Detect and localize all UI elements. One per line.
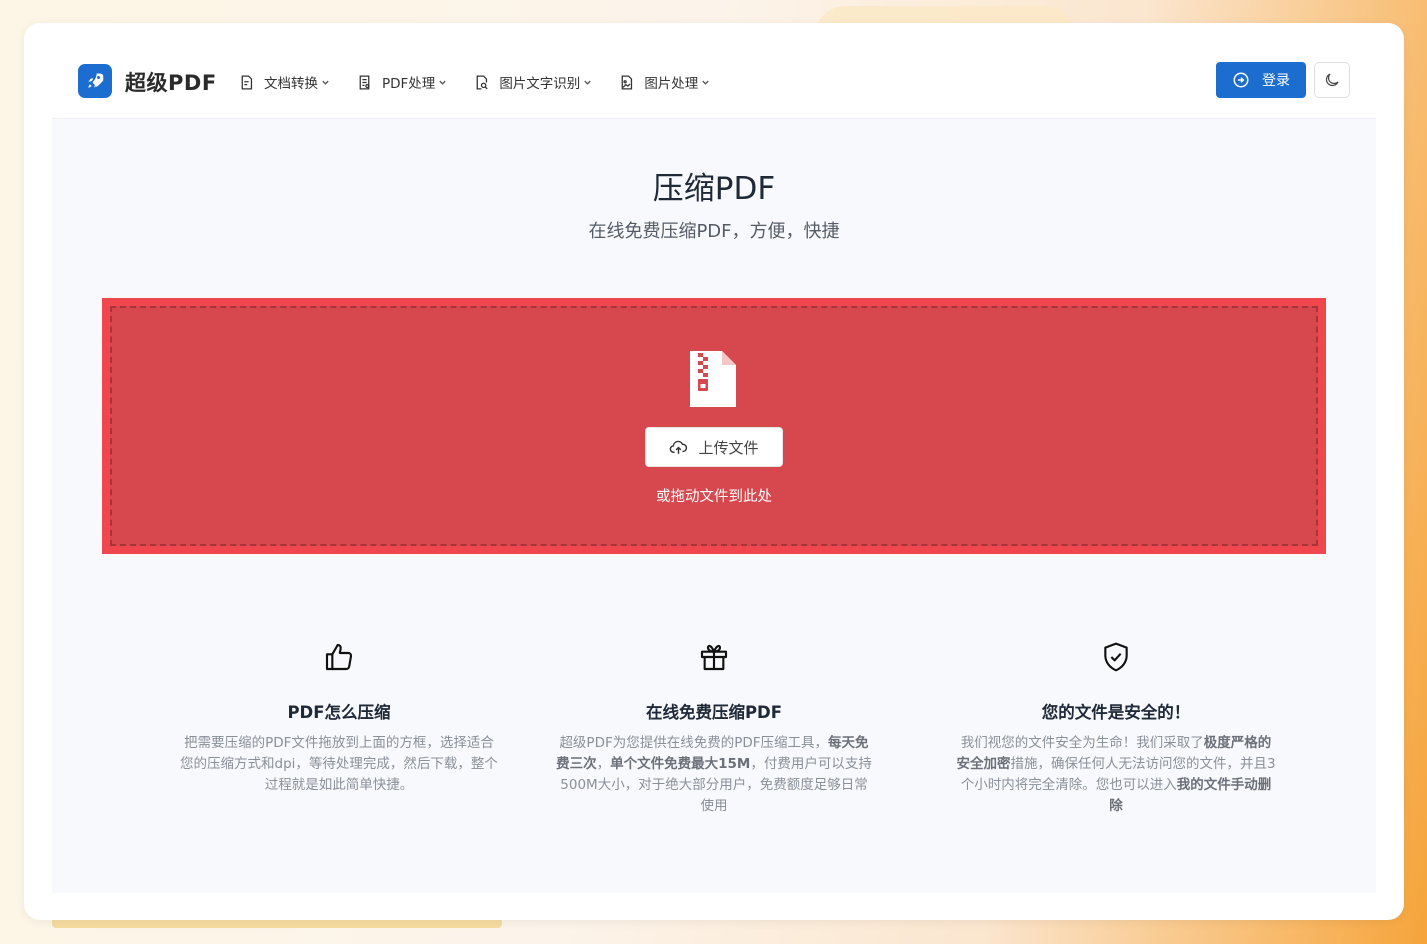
- chevron-down-icon: [321, 78, 330, 87]
- shield-check-icon: [1104, 642, 1128, 672]
- dropzone-area[interactable]: 上传文件 或拖动文件到此处: [110, 306, 1318, 546]
- feature-title: PDF怎么压缩: [287, 703, 391, 722]
- feature-file-security: 您的文件是安全的！ 我们视您的文件安全为生命！我们采取了极度严格的安全加密措施，…: [956, 641, 1276, 817]
- dark-mode-toggle[interactable]: [1314, 62, 1350, 98]
- main-nav: 文档转换 PDF处理 图片文字识别 图片处理: [238, 72, 736, 92]
- feature-title: 您的文件是安全的！: [1041, 703, 1191, 722]
- nav-label: 图片处理: [644, 76, 699, 92]
- login-label: 登录: [1262, 72, 1290, 88]
- brand-name[interactable]: 超级PDF: [125, 67, 217, 97]
- header: 超级PDF 文档转换 PDF处理 图片文字识别 图片处理 登录: [52, 45, 1376, 119]
- drop-hint: 或拖动文件到此处: [656, 489, 772, 505]
- login-icon: [1232, 71, 1250, 89]
- upload-file-button[interactable]: 上传文件: [645, 427, 783, 467]
- nav-pdf-process[interactable]: PDF处理: [356, 72, 447, 92]
- gift-icon: [700, 644, 728, 671]
- page-content: 超级PDF 文档转换 PDF处理 图片文字识别 图片处理 登录 压缩PDF 在线…: [52, 45, 1376, 893]
- nav-image-process[interactable]: 图片处理: [618, 72, 710, 92]
- thumbs-up-icon: [325, 643, 353, 671]
- image-file-icon: [618, 74, 635, 91]
- logo[interactable]: [78, 64, 112, 98]
- nav-label: 图片文字识别: [499, 76, 581, 92]
- file-search-icon: [473, 74, 490, 91]
- feature-free-compress: 在线免费压缩PDF 超级PDF为您提供在线免费的PDF压缩工具，每天免费三次，单…: [554, 641, 874, 817]
- login-button[interactable]: 登录: [1216, 62, 1306, 98]
- feature-text: 超级PDF为您提供在线免费的PDF压缩工具，每天免费三次，单个文件免费最大15M…: [556, 735, 872, 814]
- moon-icon: [1325, 73, 1339, 87]
- zip-file-icon: [690, 351, 736, 407]
- cloud-upload-icon: [669, 438, 688, 457]
- feature-text: 我们视您的文件安全为生命！我们采取了极度严格的安全加密措施，确保任何人无法访问您…: [956, 735, 1276, 814]
- document-icon: [238, 74, 255, 91]
- main-card: 超级PDF 文档转换 PDF处理 图片文字识别 图片处理 登录 压缩PDF 在线…: [24, 23, 1404, 920]
- nav-image-ocr[interactable]: 图片文字识别: [473, 72, 592, 92]
- nav-label: PDF处理: [382, 76, 436, 92]
- nav-label: 文档转换: [264, 76, 318, 92]
- page-title: 压缩PDF: [652, 171, 776, 207]
- upload-label: 上传文件: [698, 438, 759, 457]
- feature-how-to-compress: PDF怎么压缩 把需要压缩的PDF文件拖放到上面的方框，选择适合您的压缩方式和d…: [179, 641, 499, 796]
- pdf-file-icon: [356, 74, 373, 91]
- feature-text: 把需要压缩的PDF文件拖放到上面的方框，选择适合您的压缩方式和dpi，等待处理完…: [180, 735, 498, 793]
- chevron-down-icon: [438, 78, 447, 87]
- file-dropzone[interactable]: 上传文件 或拖动文件到此处: [102, 298, 1326, 554]
- chevron-down-icon: [701, 78, 710, 87]
- feature-title: 在线免费压缩PDF: [645, 703, 783, 722]
- nav-document-convert[interactable]: 文档转换: [238, 72, 330, 92]
- chevron-down-icon: [583, 78, 592, 87]
- rocket-icon: [88, 73, 104, 88]
- page-subtitle: 在线免费压缩PDF，方便，快捷: [588, 221, 840, 242]
